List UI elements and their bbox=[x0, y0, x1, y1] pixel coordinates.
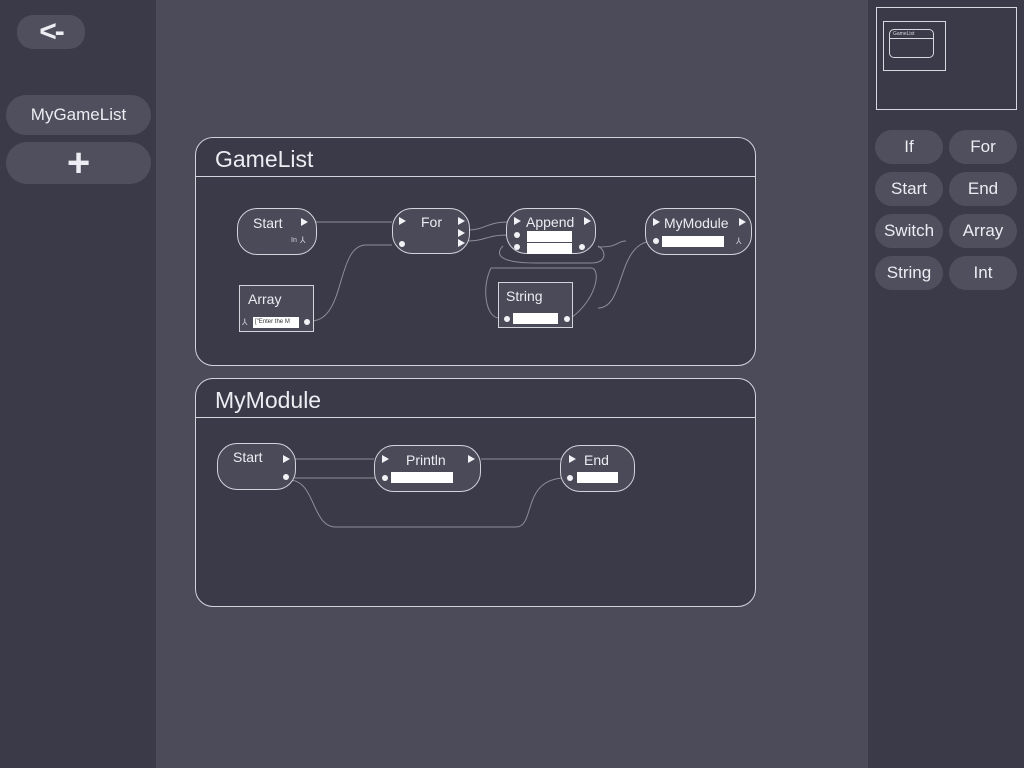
append-list-field[interactable] bbox=[527, 231, 572, 242]
lambda-icon: ⅄ bbox=[242, 317, 248, 327]
exec-in-port[interactable] bbox=[569, 455, 576, 463]
node-palette-sidebar bbox=[868, 0, 1024, 768]
array-value-field[interactable]: ["Enter the M bbox=[253, 317, 299, 328]
start-node-title: Start bbox=[233, 449, 263, 465]
gamelist-array-node[interactable]: Array ⅄ ["Enter the M bbox=[239, 285, 314, 332]
println-value-field[interactable] bbox=[391, 472, 453, 483]
mymodule-wires bbox=[288, 458, 567, 528]
start-node-title: Start bbox=[253, 215, 283, 231]
minimap-node-title: GameList bbox=[893, 31, 915, 37]
array-node-title: Array bbox=[248, 291, 282, 307]
append-value-field[interactable] bbox=[527, 243, 572, 254]
mymodule-arg-field[interactable] bbox=[662, 236, 724, 247]
exec-out-port[interactable] bbox=[468, 455, 475, 463]
minimap-node-divider bbox=[890, 38, 933, 39]
return-in-port[interactable] bbox=[567, 475, 573, 481]
wire-append-mymodule bbox=[597, 240, 655, 309]
back-button[interactable]: <- bbox=[17, 15, 85, 49]
append-node-title: Append bbox=[526, 214, 575, 230]
string-value-field[interactable] bbox=[513, 313, 558, 324]
wire-for-append-2 bbox=[466, 234, 509, 242]
palette-end-button[interactable]: End bbox=[949, 172, 1017, 206]
string-out-port[interactable] bbox=[564, 316, 570, 322]
exec-in-port[interactable] bbox=[382, 455, 389, 463]
mymodule-node-title: MyModule bbox=[664, 215, 729, 231]
exec-out-port[interactable] bbox=[584, 217, 591, 225]
exec-out-port[interactable] bbox=[458, 217, 465, 225]
exec-out-port[interactable] bbox=[283, 455, 290, 463]
list-in-port[interactable] bbox=[514, 232, 520, 238]
palette-string-button[interactable]: String bbox=[875, 256, 943, 290]
value-in-port[interactable] bbox=[514, 244, 520, 250]
gamelist-panel[interactable]: GameList Start In ⅄ For Append MyModule … bbox=[195, 137, 756, 366]
gamelist-string-node[interactable]: String bbox=[498, 282, 573, 328]
println-node-title: Println bbox=[406, 452, 446, 468]
arg-out-port[interactable] bbox=[283, 474, 289, 480]
module-item-mygamelist[interactable]: MyGameList bbox=[6, 95, 151, 135]
palette-if-button[interactable]: If bbox=[875, 130, 943, 164]
lambda-icon: ⅄ bbox=[300, 235, 306, 245]
lambda-icon: ⅄ bbox=[736, 236, 742, 246]
mymodule-panel[interactable]: MyModule Start Println End bbox=[195, 378, 756, 607]
loop-body-port[interactable] bbox=[458, 229, 465, 237]
loop-element-port[interactable] bbox=[458, 239, 465, 247]
palette-int-button[interactable]: Int bbox=[949, 256, 1017, 290]
palette-start-button[interactable]: Start bbox=[875, 172, 943, 206]
palette-array-button[interactable]: Array bbox=[949, 214, 1017, 248]
minimap-node-gamelist: GameList bbox=[889, 29, 934, 58]
string-in-port[interactable] bbox=[504, 316, 510, 322]
exec-out-port[interactable] bbox=[739, 218, 746, 226]
exec-in-port[interactable] bbox=[514, 217, 521, 225]
end-value-field[interactable] bbox=[577, 472, 618, 483]
wire-array-for bbox=[310, 244, 392, 322]
string-node-title: String bbox=[506, 288, 543, 304]
value-in-port[interactable] bbox=[382, 475, 388, 481]
exec-in-port[interactable] bbox=[653, 218, 660, 226]
minimap-viewport[interactable]: GameList bbox=[883, 21, 946, 71]
palette-switch-button[interactable]: Switch bbox=[875, 214, 943, 248]
gamelist-mymodule-node[interactable]: MyModule ⅄ bbox=[645, 208, 752, 255]
minimap[interactable]: GameList bbox=[876, 7, 1017, 110]
arg-in-port[interactable] bbox=[653, 238, 659, 244]
for-node-title: For bbox=[421, 214, 442, 230]
mymodule-start-node[interactable]: Start bbox=[217, 443, 296, 490]
palette-for-button[interactable]: For bbox=[949, 130, 1017, 164]
gamelist-append-node[interactable]: Append bbox=[506, 208, 596, 254]
exec-out-port[interactable] bbox=[301, 218, 308, 226]
array-in-port[interactable] bbox=[399, 241, 405, 247]
end-node-title: End bbox=[584, 452, 609, 468]
mymodule-end-node[interactable]: End bbox=[560, 445, 635, 492]
add-module-button[interactable]: + bbox=[6, 142, 151, 184]
array-out-port[interactable] bbox=[304, 319, 310, 325]
gamelist-for-node[interactable]: For bbox=[392, 208, 470, 254]
gamelist-start-node[interactable]: Start In ⅄ bbox=[237, 208, 317, 255]
module-sidebar: <- MyGameList + bbox=[0, 0, 156, 768]
mymodule-println-node[interactable]: Println bbox=[374, 445, 481, 492]
result-out-port[interactable] bbox=[579, 244, 585, 250]
wire-for-append-1 bbox=[466, 221, 509, 231]
exec-in-port[interactable] bbox=[399, 217, 406, 225]
in-port-label: In bbox=[291, 237, 297, 244]
